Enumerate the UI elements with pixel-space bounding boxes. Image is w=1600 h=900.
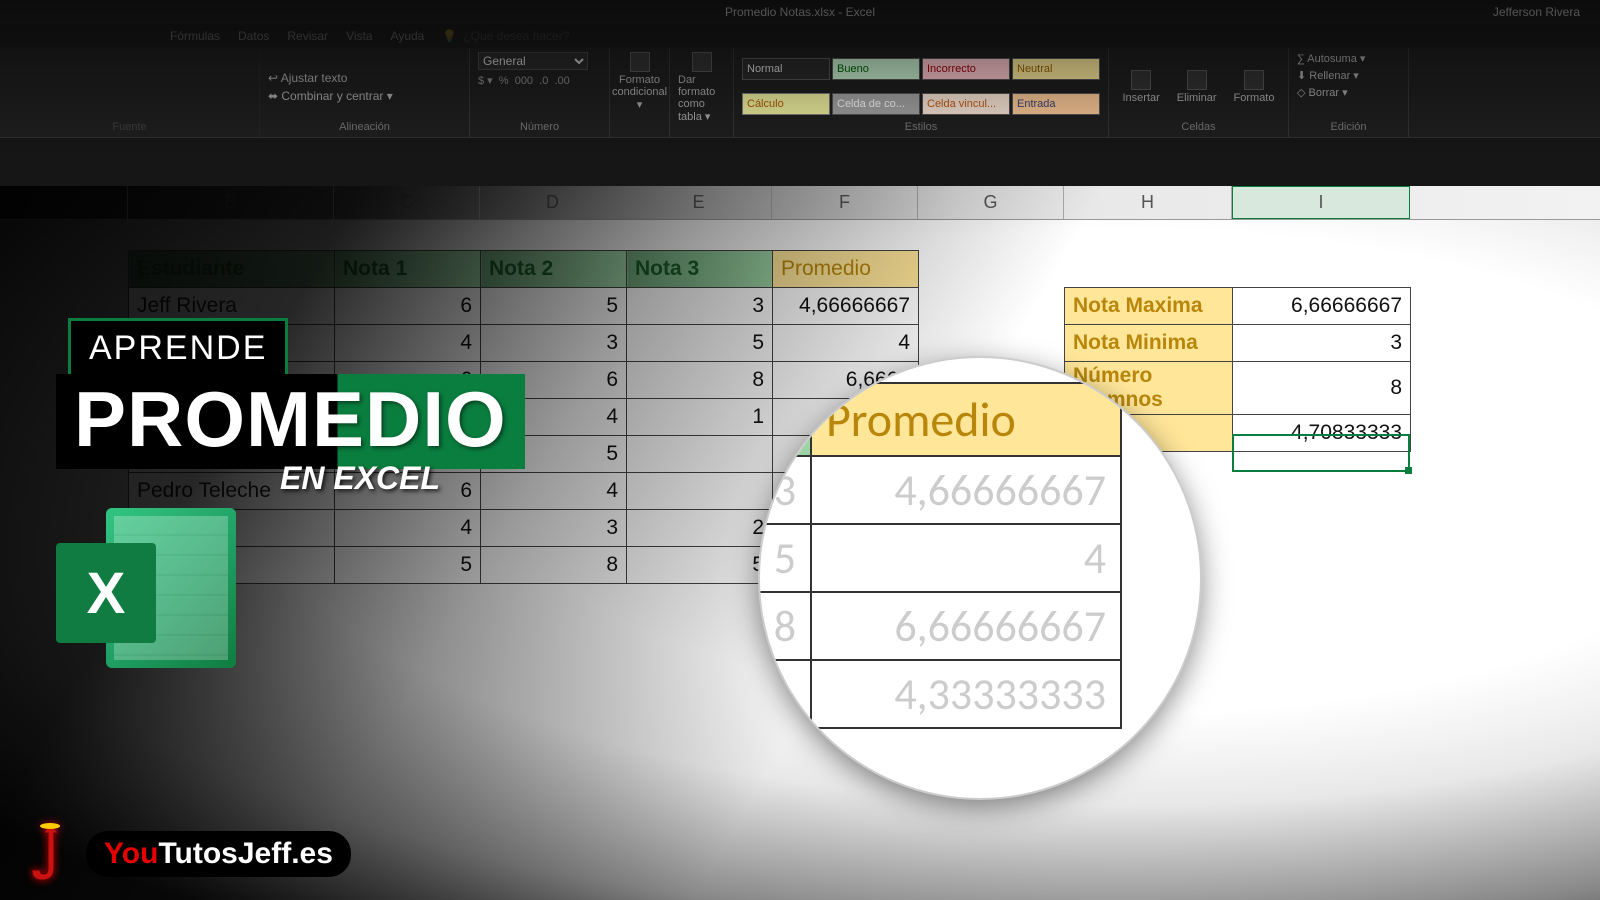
group-label-font: Fuente: [8, 121, 251, 133]
mag-cell: 8: [760, 592, 811, 660]
ribbon: Fuente ↩ Ajustar texto ⬌ Combinar y cent…: [0, 48, 1600, 138]
hdr-nota1[interactable]: Nota 1: [335, 251, 481, 288]
format-button[interactable]: Formato: [1234, 70, 1275, 104]
style-calculation[interactable]: Cálculo: [742, 93, 830, 115]
group-label-number: Número: [478, 121, 601, 133]
fill-button[interactable]: ⬇ Rellenar ▾: [1297, 69, 1359, 82]
col-header-B[interactable]: B: [128, 186, 334, 219]
style-check-cell[interactable]: Celda de co...: [832, 93, 920, 115]
tab-formulas[interactable]: Fórmulas: [170, 29, 220, 43]
tab-data[interactable]: Datos: [238, 29, 269, 43]
excel-x-icon: X: [56, 543, 156, 643]
style-normal[interactable]: Normal: [742, 58, 830, 80]
overlay-promedio-title: PROMEDIO: [56, 374, 525, 469]
group-label-cells: Celdas: [1117, 121, 1280, 133]
tell-me-search[interactable]: 💡 ¿Qué desea hacer?: [442, 29, 569, 43]
mag-header-promedio: Promedio: [811, 383, 1121, 456]
doc-title: Promedio Notas.xlsx - Excel: [725, 5, 875, 19]
mag-cell: 3: [760, 456, 811, 524]
wrap-text-button[interactable]: ↩ Ajustar texto: [268, 71, 347, 85]
conditional-format-button[interactable]: Formatocondicional ▾: [610, 48, 670, 137]
mag-cell: 6,66666667: [811, 592, 1121, 660]
insert-button[interactable]: Insertar: [1123, 70, 1160, 104]
channel-watermark: YouTutosJeff.es: [20, 818, 351, 890]
hdr-nota3[interactable]: Nota 3: [627, 251, 773, 288]
summary-value[interactable]: 3: [1233, 325, 1411, 362]
group-label-editing: Edición: [1297, 121, 1400, 133]
tab-review[interactable]: Revisar: [287, 29, 328, 43]
hdr-nota2[interactable]: Nota 2: [481, 251, 627, 288]
overlay-aprende-badge: APRENDE: [68, 318, 288, 379]
formula-bar-area[interactable]: [0, 138, 1600, 186]
delete-button[interactable]: Eliminar: [1177, 70, 1217, 104]
channel-j-icon: [20, 818, 80, 890]
col-header-F[interactable]: F: [772, 186, 918, 219]
number-icons[interactable]: $ ▾ % 000 .0 .00: [478, 74, 601, 87]
group-label-styles: Estilos: [742, 121, 1100, 133]
mag-cell: 4,66666667: [811, 456, 1121, 524]
summary-value[interactable]: 8: [1233, 362, 1411, 415]
magnifier-zoom: Promedio 34,66666667 54 86,66666667 4,33…: [760, 358, 1200, 798]
mag-cell: 4: [811, 524, 1121, 592]
lightbulb-icon: 💡: [442, 29, 457, 43]
mag-cell: [760, 660, 811, 728]
ribbon-tabs: Fórmulas Datos Revisar Vista Ayuda 💡 ¿Qu…: [0, 24, 1600, 48]
format-as-table-button[interactable]: Dar formatocomo tabla ▾: [670, 48, 734, 137]
format-icon: [1244, 70, 1264, 90]
col-header-G[interactable]: G: [918, 186, 1064, 219]
excel-logo: X: [56, 508, 246, 678]
merge-center-button[interactable]: ⬌ Combinar y centrar ▾: [268, 89, 393, 103]
group-label-alignment: Alineación: [268, 121, 461, 133]
tab-help[interactable]: Ayuda: [391, 29, 425, 43]
ribbon-group-editing: ∑ Autosuma ▾ ⬇ Rellenar ▾ ◇ Borrar ▾ Edi…: [1289, 48, 1409, 137]
column-headers[interactable]: B C D E F G H I: [0, 186, 1600, 220]
magnified-table: Promedio 34,66666667 54 86,66666667 4,33…: [760, 382, 1122, 729]
ribbon-group-font: Fuente: [0, 48, 260, 137]
ribbon-group-styles: Normal Bueno Incorrecto Neutral Cálculo …: [734, 48, 1109, 137]
number-format-select[interactable]: General: [478, 52, 588, 70]
style-linked-cell[interactable]: Celda vincul...: [922, 93, 1010, 115]
summary-value[interactable]: 6,66666667: [1233, 288, 1411, 325]
ribbon-group-number: General $ ▾ % 000 .0 .00 Número: [470, 48, 610, 137]
channel-name: YouTutosJeff.es: [86, 831, 351, 877]
clear-button[interactable]: ◇ Borrar ▾: [1297, 86, 1348, 99]
col-header-E[interactable]: E: [626, 186, 772, 219]
style-neutral[interactable]: Neutral: [1012, 58, 1100, 80]
table-format-icon: [692, 52, 712, 72]
mag-cell: 5: [760, 524, 811, 592]
hdr-promedio[interactable]: Promedio: [773, 251, 919, 288]
account-user[interactable]: Jefferson Rivera: [1493, 5, 1580, 19]
col-header-D[interactable]: D: [480, 186, 626, 219]
summary-label[interactable]: Nota Maxima: [1065, 288, 1233, 325]
title-bar: Promedio Notas.xlsx - Excel Jefferson Ri…: [0, 0, 1600, 24]
overlay-enexcel-subtitle: EN EXCEL: [280, 460, 440, 497]
col-header-C[interactable]: C: [334, 186, 480, 219]
insert-icon: [1131, 70, 1151, 90]
style-bad[interactable]: Incorrecto: [922, 58, 1010, 80]
autosum-button[interactable]: ∑ Autosuma ▾: [1297, 52, 1365, 65]
table-header-row: Estudiante Nota 1 Nota 2 Nota 3 Promedio: [129, 251, 919, 288]
row-header-gutter[interactable]: [0, 186, 128, 219]
summary-value[interactable]: 4,70833333: [1233, 415, 1411, 452]
col-header-I[interactable]: I: [1232, 186, 1410, 219]
ribbon-group-alignment: ↩ Ajustar texto ⬌ Combinar y centrar ▾ A…: [260, 48, 470, 137]
tab-view[interactable]: Vista: [346, 29, 372, 43]
summary-label[interactable]: Nota Minima: [1065, 325, 1233, 362]
hdr-student[interactable]: Estudiante: [129, 251, 335, 288]
style-good[interactable]: Bueno: [832, 58, 920, 80]
mag-cell: 4,33333333: [811, 660, 1121, 728]
tell-me-placeholder: ¿Qué desea hacer?: [463, 29, 569, 43]
style-input[interactable]: Entrada: [1012, 93, 1100, 115]
delete-icon: [1187, 70, 1207, 90]
conditional-format-icon: [630, 52, 650, 72]
ribbon-group-cells: Insertar Eliminar Formato Celdas: [1109, 48, 1289, 137]
col-header-H[interactable]: H: [1064, 186, 1232, 219]
